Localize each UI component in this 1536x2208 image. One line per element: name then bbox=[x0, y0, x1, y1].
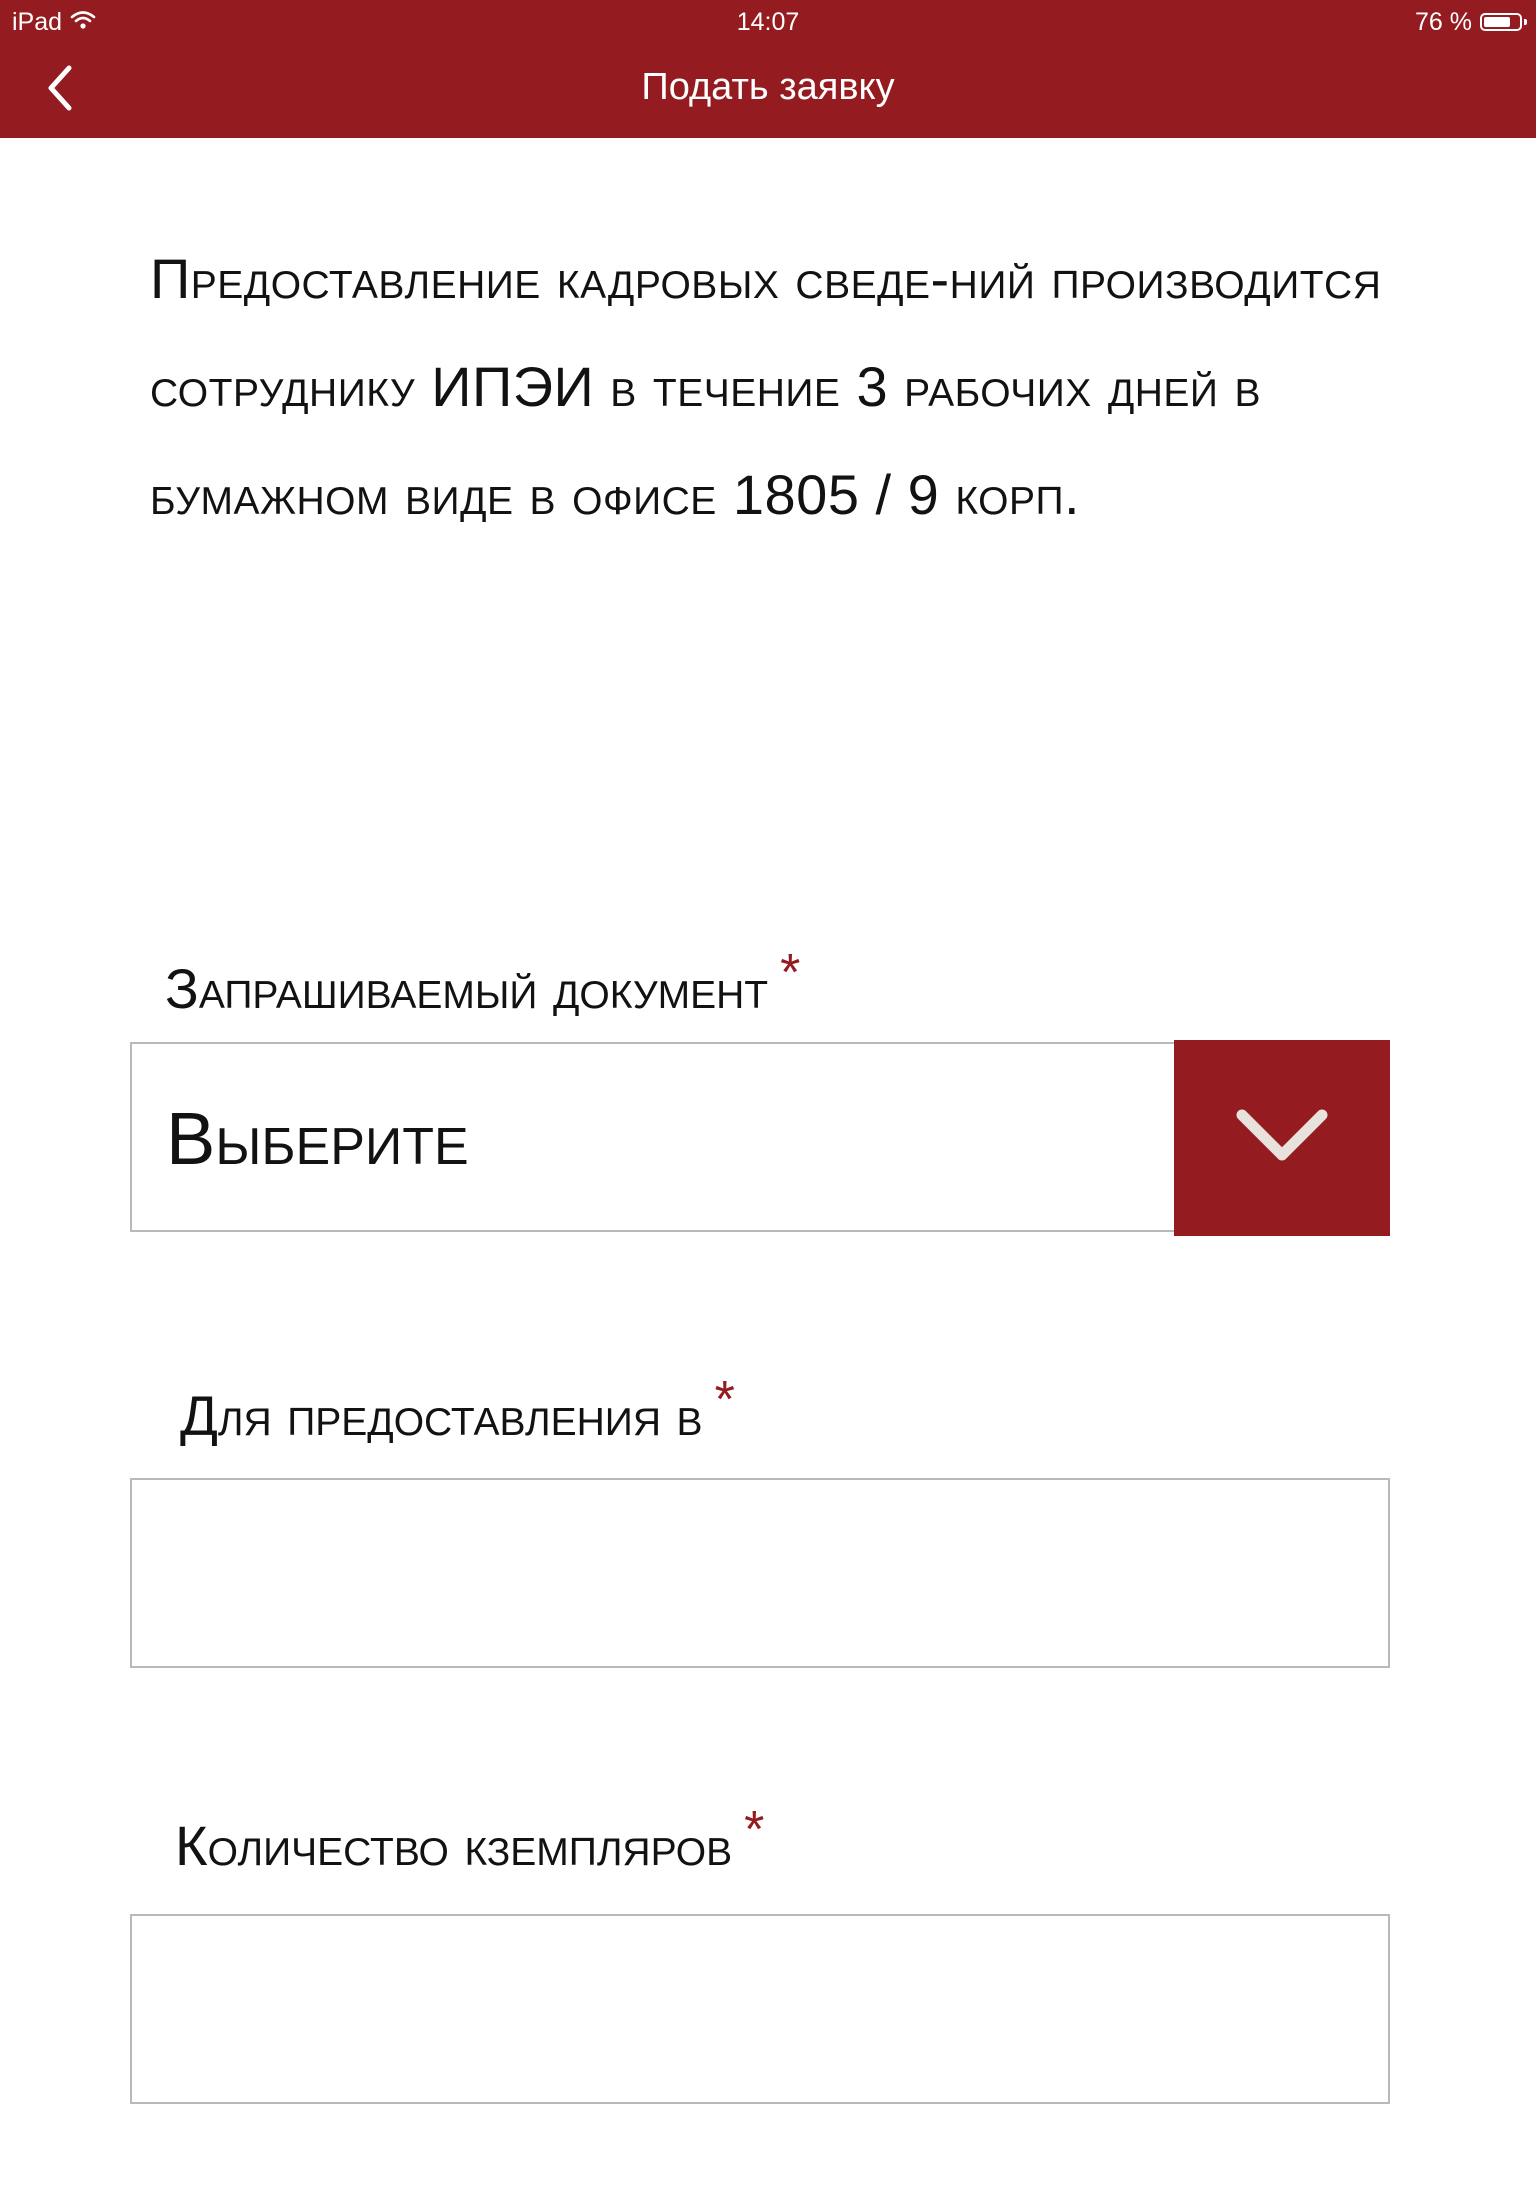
destination-label-text: Для предоставления в bbox=[180, 1384, 703, 1447]
intro-text: Предоставление кадровых сведе-ний произв… bbox=[150, 247, 1382, 526]
required-mark: * bbox=[714, 1371, 735, 1429]
document-label: Запрашиваемый документ * bbox=[165, 938, 800, 1024]
copies-label-text: Количество кземпляров bbox=[175, 1814, 733, 1877]
document-label-text: Запрашиваемый документ bbox=[165, 957, 769, 1020]
dropdown-button[interactable] bbox=[1174, 1040, 1390, 1236]
battery-cap bbox=[1524, 19, 1527, 25]
status-right: 76 % bbox=[1415, 6, 1527, 38]
required-mark: * bbox=[780, 944, 801, 1002]
battery-level bbox=[1484, 17, 1510, 27]
copies-input[interactable] bbox=[130, 1914, 1390, 2104]
document-select-value: Выберите bbox=[166, 1097, 469, 1180]
document-select[interactable]: Выберите bbox=[130, 1040, 1390, 1236]
battery-icon bbox=[1480, 13, 1527, 31]
copies-label: Количество кземпляров * bbox=[175, 1795, 764, 1881]
destination-label: Для предоставления в * bbox=[180, 1365, 735, 1451]
page-title: Подать заявку bbox=[641, 66, 895, 108]
required-mark: * bbox=[744, 1801, 765, 1859]
chevron-down-icon bbox=[1232, 1101, 1332, 1176]
destination-input[interactable] bbox=[130, 1478, 1390, 1668]
status-time: 14:07 bbox=[736, 8, 800, 36]
battery-percent: 76 % bbox=[1415, 8, 1472, 36]
top-bar: iPad 14:07 76 % Подать заявку bbox=[0, 0, 1536, 138]
